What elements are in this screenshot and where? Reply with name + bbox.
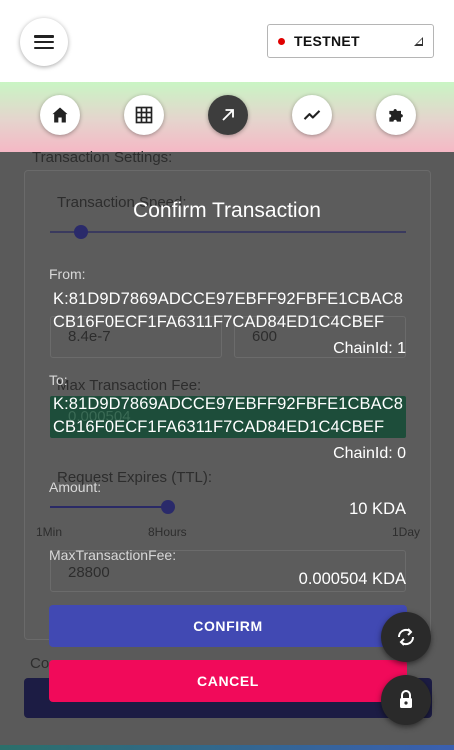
lock-icon bbox=[400, 690, 412, 708]
sync-button[interactable] bbox=[381, 612, 431, 662]
bg-ttl-min: 1Min bbox=[36, 525, 63, 539]
bg-ttl-mid: 8Hours bbox=[148, 525, 187, 539]
network-selector[interactable]: TESTNET bbox=[267, 24, 434, 58]
nav-chart-button[interactable] bbox=[292, 95, 332, 135]
home-icon bbox=[52, 107, 68, 123]
to-chain-id: ChainId: 0 bbox=[333, 445, 406, 462]
app-header: TESTNET bbox=[0, 0, 454, 82]
bottom-strip bbox=[0, 745, 454, 750]
bg-ttl-slider bbox=[50, 506, 168, 508]
nav-send-button[interactable] bbox=[208, 95, 248, 135]
modal-title: Confirm Transaction bbox=[133, 199, 321, 222]
from-account: K:81D9D7869ADCCE97EBFF92FBFE1CBAC8CB16F0… bbox=[53, 290, 404, 331]
amount-label: Amount: bbox=[49, 479, 102, 495]
dropdown-caret-icon bbox=[414, 37, 423, 46]
bg-speed-slider bbox=[50, 231, 406, 233]
lock-button[interactable] bbox=[381, 675, 431, 725]
network-status-dot bbox=[278, 37, 285, 45]
bg-section-title: Transaction Settings: bbox=[32, 149, 173, 166]
amount-value: 10 KDA bbox=[349, 500, 406, 518]
send-arrow-icon bbox=[222, 109, 234, 121]
max-fee-label: MaxTransactionFee: bbox=[49, 547, 177, 563]
sync-icon bbox=[397, 628, 415, 646]
nav-grid-button[interactable] bbox=[124, 95, 164, 135]
puzzle-icon bbox=[389, 108, 403, 122]
cancel-button[interactable]: CANCEL bbox=[49, 660, 407, 702]
bg-footer-text: Co bbox=[30, 655, 50, 672]
nav-plugin-button[interactable] bbox=[376, 95, 416, 135]
from-label: From: bbox=[49, 266, 86, 282]
nav-home-button[interactable] bbox=[40, 95, 80, 135]
bg-speed-thumb bbox=[74, 225, 88, 239]
nav-bar bbox=[0, 82, 454, 152]
chart-line-icon bbox=[303, 110, 321, 120]
to-account: K:81D9D7869ADCCE97EBFF92FBFE1CBAC8CB16F0… bbox=[53, 395, 404, 436]
to-label: To: bbox=[49, 372, 68, 388]
confirm-button[interactable]: CONFIRM bbox=[49, 605, 407, 647]
bg-max-fee-label: Max Transaction Fee: bbox=[57, 377, 202, 394]
menu-button[interactable] bbox=[20, 18, 68, 66]
bg-ttl-max: 1Day bbox=[392, 525, 421, 539]
max-fee-value: 0.000504 KDA bbox=[298, 570, 406, 588]
bg-ttl-value: 28800 bbox=[68, 564, 110, 581]
bg-ttl-thumb bbox=[161, 500, 175, 514]
grid-icon bbox=[135, 106, 153, 124]
network-label: TESTNET bbox=[294, 33, 360, 49]
hamburger-icon bbox=[34, 35, 54, 49]
from-chain-id: ChainId: 1 bbox=[333, 340, 406, 357]
